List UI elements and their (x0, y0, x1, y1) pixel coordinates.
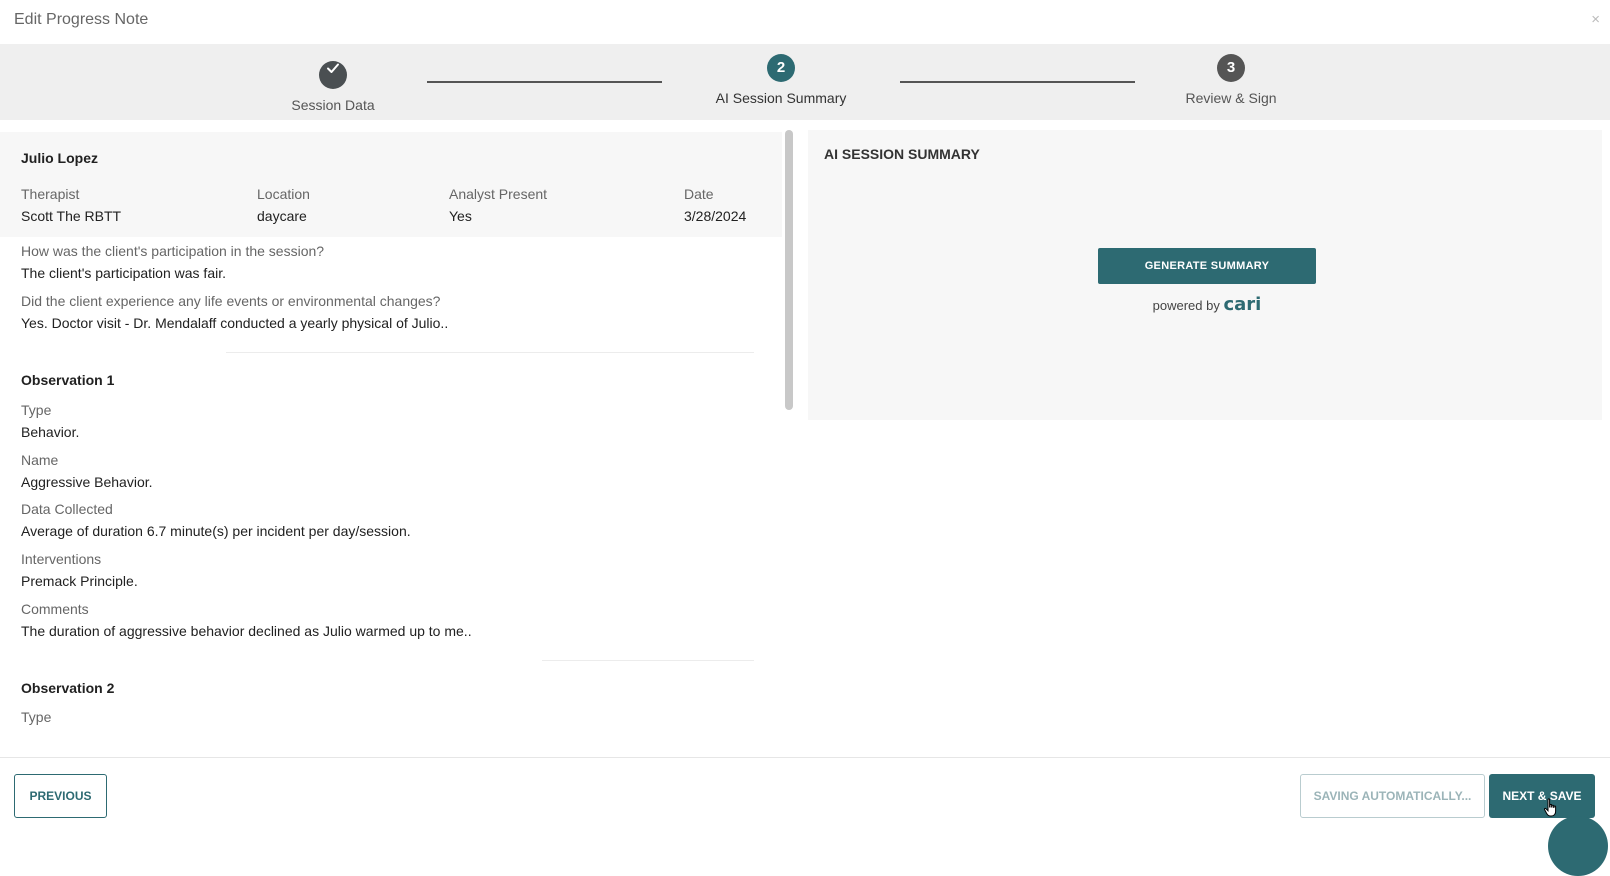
observation-field: Name Aggressive Behavior. (21, 452, 153, 490)
step-label: Review & Sign (1185, 90, 1277, 106)
step-connector (900, 81, 1135, 83)
scrollbar-thumb[interactable] (785, 130, 793, 410)
step-connector (427, 81, 662, 83)
observation-2-title: Observation 2 (21, 680, 115, 696)
observation-1-title: Observation 1 (21, 372, 115, 388)
powered-by-text: powered by (1152, 298, 1220, 313)
field-label: Interventions (21, 551, 102, 567)
step-label: Session Data (291, 97, 375, 113)
field-value: Aggressive Behavior. (21, 474, 153, 490)
question-label: Did the client experience any life event… (21, 293, 441, 309)
field-value: Average of duration 6.7 minute(s) per in… (21, 523, 411, 539)
generate-summary-button[interactable]: GENERATE SUMMARY (1098, 248, 1316, 284)
divider (226, 352, 754, 353)
previous-button[interactable]: PREVIOUS (14, 774, 107, 818)
progress-stepper: Session Data 2 AI Session Summary 3 Revi… (0, 44, 1610, 120)
help-bubble[interactable] (1548, 816, 1608, 876)
observation-field: Comments The duration of aggressive beha… (21, 601, 472, 639)
info-label: Date (684, 186, 714, 202)
observation-field: Type (21, 709, 51, 725)
analyst-present-info: Analyst Present Yes (449, 186, 547, 224)
field-value: Premack Principle. (21, 573, 138, 589)
field-label: Type (21, 709, 52, 725)
observation-field: Interventions Premack Principle. (21, 551, 138, 589)
powered-by: powered by cari (1098, 294, 1316, 315)
answer-text: The client's participation was fair. (21, 265, 226, 281)
info-label: Analyst Present (449, 186, 548, 202)
info-label: Therapist (21, 186, 80, 202)
title-bar: Edit Progress Note × (0, 0, 1610, 44)
info-value: Scott The RBTT (21, 208, 122, 224)
session-details-panel: Julio Lopez Therapist Scott The RBTT Loc… (0, 120, 790, 755)
cari-logo: cari (1223, 294, 1262, 315)
saving-status-button: SAVING AUTOMATICALLY... (1300, 774, 1485, 818)
modal-title: Edit Progress Note (14, 11, 149, 28)
step-number: 3 (1217, 54, 1245, 82)
date-info: Date 3/28/2024 (684, 186, 746, 224)
field-value: The duration of aggressive behavior decl… (21, 623, 472, 639)
scrollbar[interactable] (785, 130, 793, 730)
field-label: Name (21, 452, 59, 468)
checkmark-icon (319, 61, 347, 89)
info-value: Yes (449, 208, 472, 224)
field-label: Comments (21, 601, 89, 617)
close-icon[interactable]: × (1591, 11, 1600, 28)
hand-cursor-icon (1543, 798, 1559, 823)
life-events-question: Did the client experience any life event… (21, 293, 448, 331)
edit-progress-note-modal: Edit Progress Note × Session Data 2 AI S… (0, 0, 1610, 876)
field-label: Type (21, 402, 52, 418)
question-label: How was the client's participation in th… (21, 243, 325, 259)
field-value: Behavior. (21, 424, 80, 440)
step-ai-session-summary[interactable]: 2 AI Session Summary (671, 54, 891, 106)
client-info-card: Julio Lopez Therapist Scott The RBTT Loc… (0, 132, 782, 237)
answer-text: Yes. Doctor visit - Dr. Mendalaff conduc… (21, 315, 449, 331)
observation-field: Data Collected Average of duration 6.7 m… (21, 501, 411, 539)
modal-footer: PREVIOUS SAVING AUTOMATICALLY... NEXT & … (0, 757, 1610, 829)
step-review-sign[interactable]: 3 Review & Sign (1121, 54, 1341, 106)
step-session-data[interactable]: Session Data (223, 54, 443, 113)
therapist-info: Therapist Scott The RBTT (21, 186, 121, 224)
participation-question: How was the client's participation in th… (21, 243, 324, 281)
ai-summary-heading: AI SESSION SUMMARY (824, 146, 980, 162)
next-and-save-button[interactable]: NEXT & SAVE (1489, 774, 1595, 818)
info-value: daycare (257, 208, 307, 224)
info-label: Location (257, 186, 310, 202)
field-label: Data Collected (21, 501, 113, 517)
location-info: Location daycare (257, 186, 310, 224)
observation-field: Type Behavior. (21, 402, 79, 440)
ai-summary-panel: AI SESSION SUMMARY GENERATE SUMMARY powe… (808, 130, 1602, 420)
step-label: AI Session Summary (715, 90, 847, 106)
divider (542, 660, 754, 661)
step-number: 2 (767, 54, 795, 82)
client-name: Julio Lopez (21, 150, 98, 166)
info-value: 3/28/2024 (684, 208, 747, 224)
